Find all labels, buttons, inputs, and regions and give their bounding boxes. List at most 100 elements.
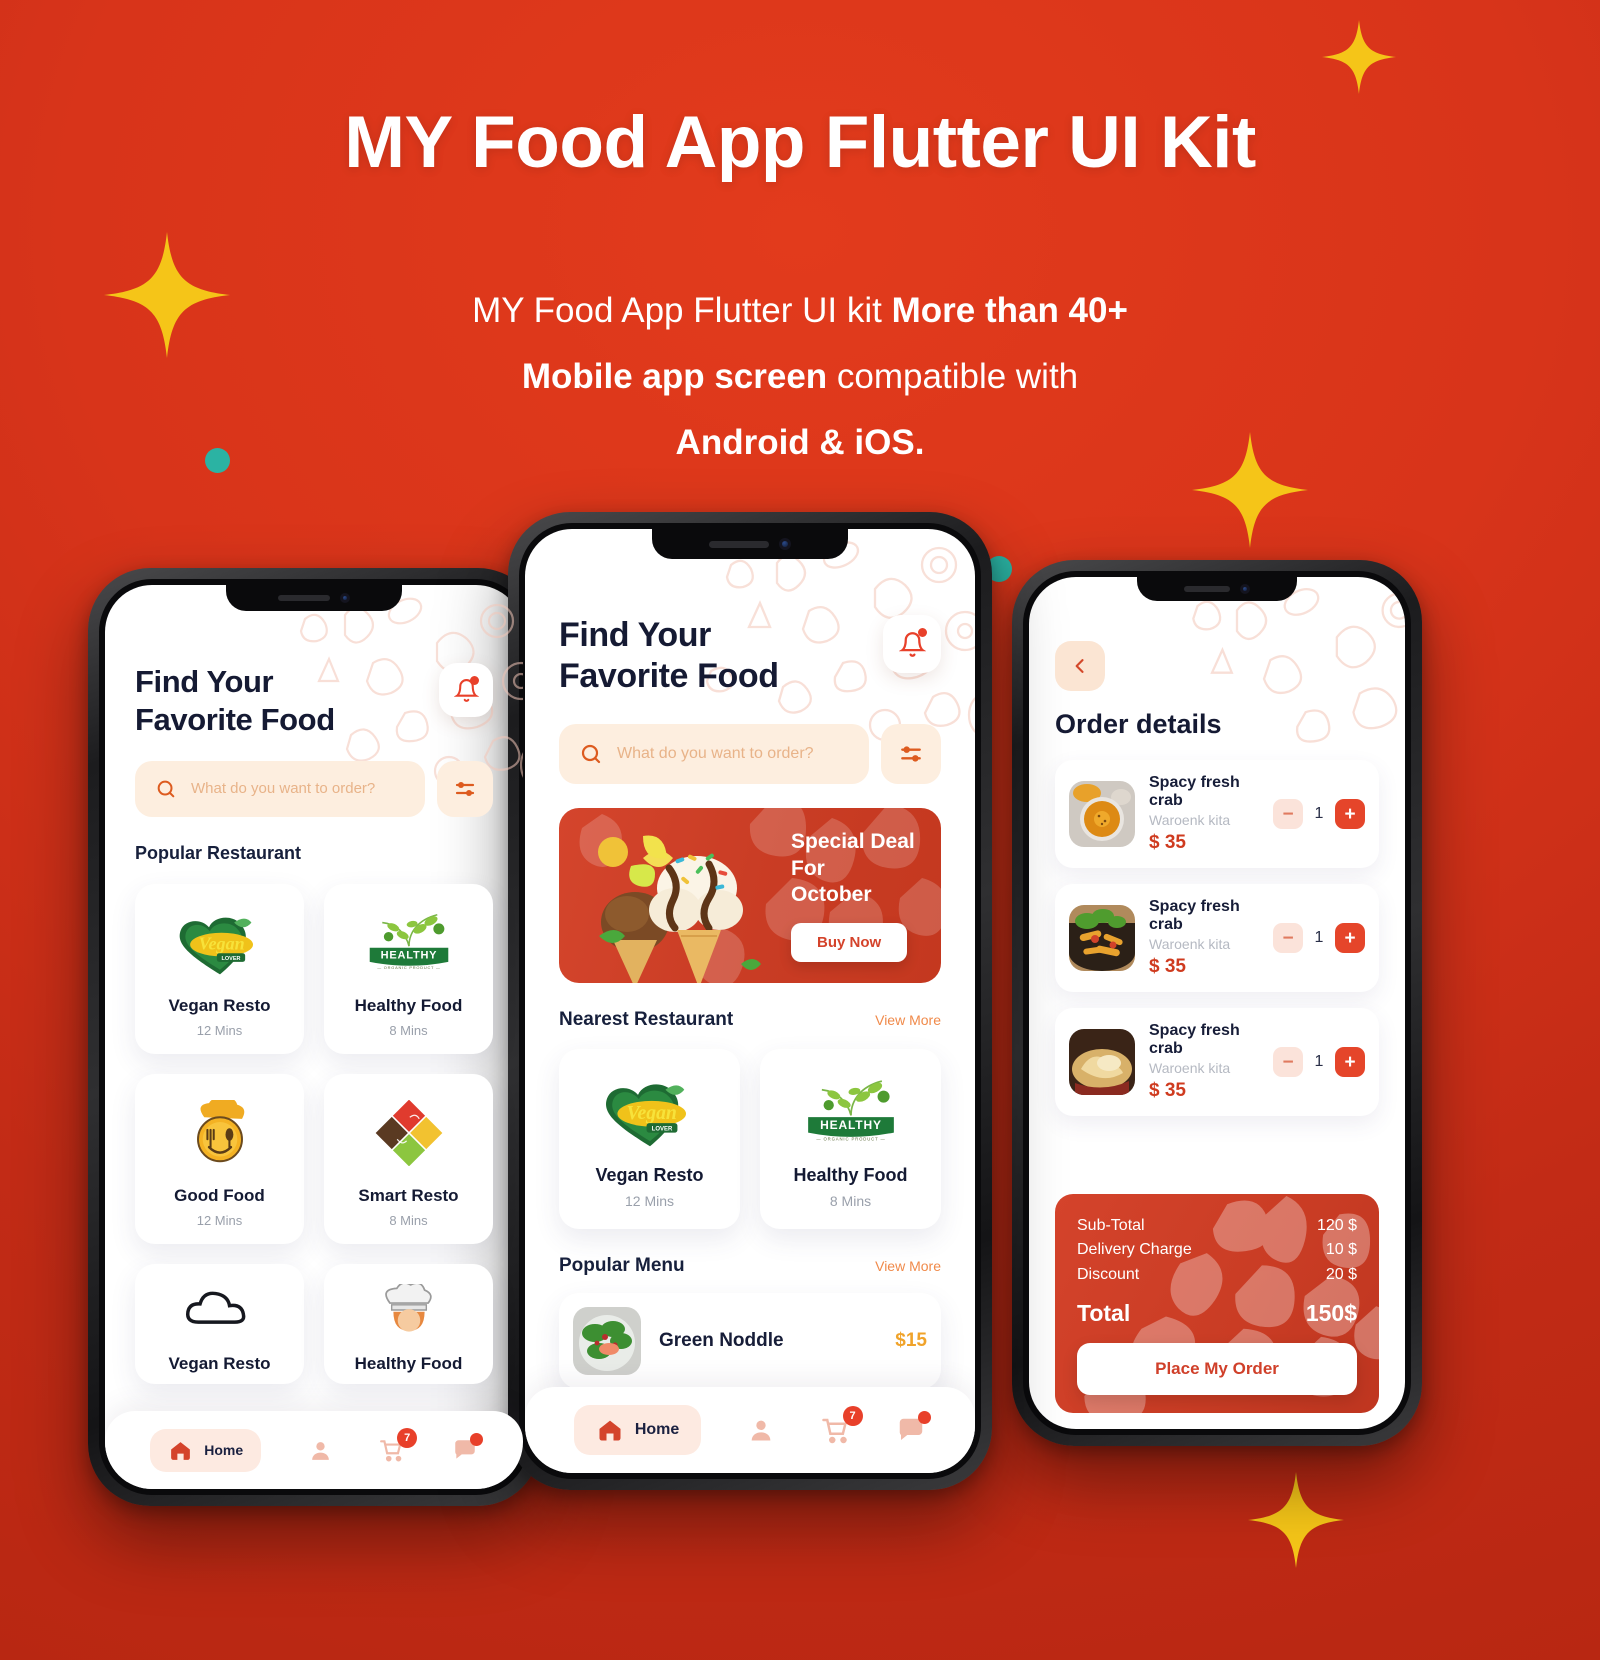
chat-badge-dot: [469, 1433, 483, 1446]
search-row-left: What do you want to order?: [135, 760, 493, 817]
decrement-button[interactable]: −: [1273, 923, 1303, 953]
search-icon: [157, 780, 175, 797]
restaurant-card[interactable]: Healthy Food: [324, 1263, 493, 1384]
cart-badge: 7: [842, 1406, 863, 1426]
heading-line-1: Find Your: [559, 616, 711, 654]
increment-button[interactable]: +: [1335, 923, 1365, 953]
order-item-restaurant: Waroenk kita: [1149, 812, 1231, 828]
subtitle-1-bold: More than 40+: [891, 291, 1128, 330]
place-my-order-button[interactable]: Place My Order: [1077, 1343, 1357, 1395]
search-row: What do you want to order?: [559, 723, 941, 784]
order-item-restaurant: Waroenk kita: [1149, 1060, 1231, 1076]
svg-text:Vegan: Vegan: [198, 933, 244, 953]
menu-item-row[interactable]: Green Noddle $15: [559, 1292, 941, 1389]
nav-item-cart[interactable]: 7: [821, 1406, 863, 1445]
filter-button-left[interactable]: [437, 760, 493, 817]
order-content: Order details Spacy fresh crab Waroenk k…: [1029, 577, 1405, 1429]
view-more-nearest[interactable]: View More: [875, 1012, 941, 1028]
svg-text:LOVER: LOVER: [221, 956, 240, 962]
svg-text:LOVER: LOVER: [651, 1126, 672, 1132]
restaurant-name: Good Food: [174, 1185, 265, 1205]
summary-total-row: Total 150$: [1077, 1300, 1357, 1327]
restaurant-card[interactable]: HEALTHY — ORGANIC PRODUCT — Healthy Food…: [760, 1048, 941, 1229]
good-food-logo: [143, 1096, 296, 1170]
summary-row: Delivery Charge 10 $: [1077, 1238, 1357, 1263]
view-more-popular-menu[interactable]: View More: [875, 1258, 941, 1274]
filter-button[interactable]: [881, 723, 941, 784]
cloud-logo: [143, 1282, 296, 1338]
buy-now-button[interactable]: Buy Now: [791, 923, 908, 963]
chevron-left-icon: [1075, 659, 1084, 673]
screen-home-center: Find Your Favorite Food What do you want…: [525, 529, 975, 1473]
restaurant-card[interactable]: HEALTHY — ORGANIC PRODUCT — Healthy Food…: [324, 883, 493, 1054]
summary-row: Discount 20 $: [1077, 1263, 1357, 1288]
restaurant-card[interactable]: Smart Resto 8 Mins: [324, 1073, 493, 1244]
restaurant-card[interactable]: Vegan Resto: [135, 1263, 304, 1384]
subtitle-3-bold: Android & iOS.: [675, 423, 925, 462]
heading-line-1: Find Your: [135, 664, 274, 699]
notification-badge-dot: [470, 676, 479, 685]
smart-resto-logo: [332, 1096, 485, 1170]
summary-label: Discount: [1077, 1266, 1140, 1284]
search-placeholder: What do you want to order?: [617, 744, 814, 762]
order-item-row[interactable]: Spacy fresh crab Waroenk kita $ 35 − 1 +: [1055, 1008, 1379, 1116]
phone-mockup-center: Find Your Favorite Food What do you want…: [508, 512, 992, 1490]
summary-row: Sub-Total 120 $: [1077, 1214, 1357, 1239]
restaurant-card[interactable]: Vegan LOVER Vegan Resto 12 Mins: [135, 883, 304, 1054]
menu-item-price: $15: [895, 1329, 927, 1351]
nav-item-profile[interactable]: [308, 1438, 333, 1463]
order-item-price: $ 35: [1149, 956, 1186, 977]
summary-value: 120 $: [1316, 1216, 1357, 1234]
subtitle-2-text: compatible with: [827, 357, 1079, 396]
restaurant-name: Healthy Food: [793, 1164, 908, 1185]
increment-button[interactable]: +: [1335, 799, 1365, 829]
nav-item-home[interactable]: Home: [573, 1405, 702, 1455]
ice-cream-illustration: [598, 835, 761, 983]
menu-item-name: Green Noddle: [659, 1329, 784, 1351]
order-item-name: Spacy fresh crab: [1149, 774, 1240, 809]
summary-value: 20 $: [1325, 1266, 1357, 1284]
sparkle-icon-top-right: [1322, 20, 1396, 94]
green-noddle-photo: [573, 1306, 641, 1375]
bottom-nav-center: Home 7: [525, 1387, 975, 1473]
search-input-left[interactable]: What do you want to order?: [135, 760, 425, 817]
nav-item-cart[interactable]: 7: [379, 1428, 418, 1463]
order-item-row[interactable]: Spacy fresh crab Waroenk kita $ 35 − 1 +: [1055, 884, 1379, 992]
notification-button[interactable]: [883, 615, 941, 673]
promo-banner-card[interactable]: Special Deal For October Buy Now: [559, 807, 941, 983]
screen-heading-left: Find Your Favorite Food: [135, 663, 335, 739]
increment-button[interactable]: +: [1335, 1047, 1365, 1077]
sparkle-icon-bottom-right: [1248, 1472, 1344, 1568]
person-icon: [311, 1441, 329, 1460]
chat-badge-dot: [918, 1411, 932, 1424]
nav-item-chat[interactable]: [896, 1411, 932, 1445]
notification-button-left[interactable]: [439, 663, 493, 717]
section-header-popular-menu: Popular Menu View More: [559, 1255, 941, 1277]
nav-item-home[interactable]: Home: [150, 1428, 262, 1472]
back-button[interactable]: [1055, 641, 1105, 691]
filter-icon: [455, 781, 475, 796]
svg-text:HEALTHY: HEALTHY: [820, 1118, 882, 1132]
section-header-nearest: Nearest Restaurant View More: [559, 1009, 941, 1031]
restaurant-card[interactable]: Good Food 12 Mins: [135, 1073, 304, 1244]
svg-text:Vegan: Vegan: [626, 1102, 676, 1124]
svg-text:— ORGANIC PRODUCT —: — ORGANIC PRODUCT —: [816, 1136, 885, 1141]
chef-logo: [332, 1282, 485, 1338]
order-item-row[interactable]: Spacy fresh crab Waroenk kita $ 35 − 1 +: [1055, 760, 1379, 868]
phone-mockup-right: Order details Spacy fresh crab Waroenk k…: [1012, 560, 1422, 1446]
nav-home-label: Home: [204, 1442, 244, 1458]
svg-text:— ORGANIC PRODUCT —: — ORGANIC PRODUCT —: [377, 965, 440, 970]
nav-item-profile[interactable]: [747, 1416, 775, 1444]
restaurant-time: 12 Mins: [196, 1212, 243, 1228]
promo-title-line-1: Special Deal For: [791, 829, 915, 880]
nav-item-chat[interactable]: [452, 1433, 483, 1463]
decrement-button[interactable]: −: [1273, 799, 1303, 829]
summary-label: Sub-Total: [1077, 1216, 1145, 1234]
restaurant-card[interactable]: Vegan LOVER Vegan Resto 12 Mins: [559, 1048, 740, 1229]
search-icon: [581, 744, 601, 764]
search-input[interactable]: What do you want to order?: [559, 723, 869, 784]
restaurant-time: 8 Mins: [389, 1022, 428, 1038]
phone-notch-center: [652, 529, 848, 559]
restaurant-time: 12 Mins: [624, 1192, 675, 1209]
decrement-button[interactable]: −: [1273, 1047, 1303, 1077]
